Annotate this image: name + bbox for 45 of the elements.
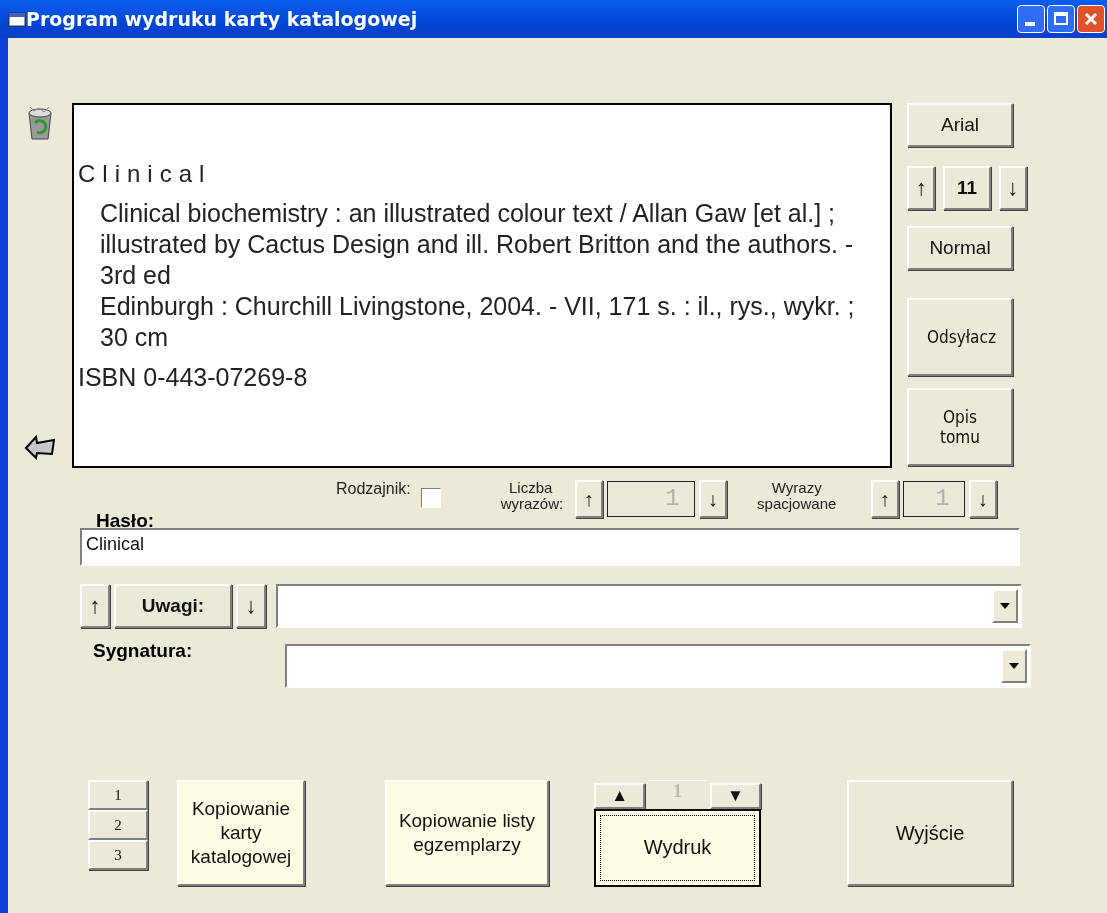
article-checkbox[interactable] bbox=[420, 488, 441, 508]
copy-number-button[interactable]: 2 bbox=[88, 810, 148, 840]
window-icon bbox=[8, 11, 26, 27]
decrease-button[interactable]: ↓ bbox=[998, 166, 1027, 210]
signature-dropdown[interactable] bbox=[285, 644, 1031, 688]
caret-icon bbox=[1009, 663, 1019, 669]
minimize-icon bbox=[1025, 22, 1035, 26]
notes-dropdown[interactable] bbox=[276, 584, 1022, 628]
decrease-button[interactable]: ↓ bbox=[236, 584, 266, 628]
dropdown-button[interactable] bbox=[992, 589, 1018, 623]
print-button[interactable]: Wydruk bbox=[594, 809, 761, 887]
maximize-icon bbox=[1054, 12, 1068, 25]
increase-button[interactable]: ↑ bbox=[907, 166, 936, 210]
card-description: Clinical biochemistry : an illustrated colour text / Allan Gaw [et al.] ; illustrated by Cactus Design and ill. Robert Britton and the authors. - 3rd ed bbox=[100, 198, 855, 291]
maximize-button[interactable] bbox=[1047, 5, 1075, 33]
minimize-button[interactable] bbox=[1017, 5, 1045, 33]
recycle-bin-icon bbox=[25, 105, 55, 141]
dropdown-button[interactable] bbox=[1001, 649, 1027, 683]
close-button[interactable] bbox=[1077, 5, 1105, 33]
entry-field[interactable]: Clinical bbox=[80, 528, 1020, 566]
notes-button[interactable]: Uwagi: bbox=[114, 584, 232, 628]
font-style-button[interactable]: Normal bbox=[907, 226, 1013, 270]
side-button[interactable]: Odsyłacz bbox=[907, 298, 1013, 376]
copy-button[interactable]: Kopiowanie karty katalogowej bbox=[177, 780, 305, 886]
copy-button[interactable]: Kopiowanie listy egzemplarzy bbox=[385, 780, 549, 886]
exit-button[interactable]: Wyjście bbox=[847, 780, 1013, 886]
close-icon bbox=[1084, 12, 1098, 26]
window-title: Program wydruku karty katalogowej bbox=[26, 8, 419, 30]
decrease-button[interactable]: ▼ bbox=[709, 783, 761, 809]
caret-icon bbox=[1000, 603, 1010, 609]
increase-button[interactable]: ↑ bbox=[80, 584, 110, 628]
copy-number-button[interactable]: 1 bbox=[88, 780, 148, 810]
copy-number-button[interactable]: 3 bbox=[88, 840, 148, 870]
font-size-button[interactable]: 11 bbox=[943, 166, 991, 210]
side-button[interactable]: Opis tomu bbox=[907, 388, 1013, 466]
arrow-icon bbox=[24, 434, 56, 460]
signature-label: Sygnatura: bbox=[93, 640, 194, 662]
article-label: Rodzajnik: bbox=[336, 480, 411, 498]
card-heading: Clinical bbox=[78, 160, 213, 188]
spinner-label: Liczba wyrazów: bbox=[500, 480, 561, 512]
spinner-label: Wyrazy spacjowane bbox=[756, 480, 838, 512]
card-isbn: ISBN 0-443-07269-8 bbox=[78, 363, 309, 392]
increase-button[interactable]: ▲ bbox=[594, 783, 646, 809]
font-button[interactable]: Arial bbox=[907, 103, 1013, 147]
card-description: Edinburgh : Churchill Livingstone, 2004. - VII, 171 s. : il., rys., wykr. ; 30 cm bbox=[100, 291, 856, 353]
